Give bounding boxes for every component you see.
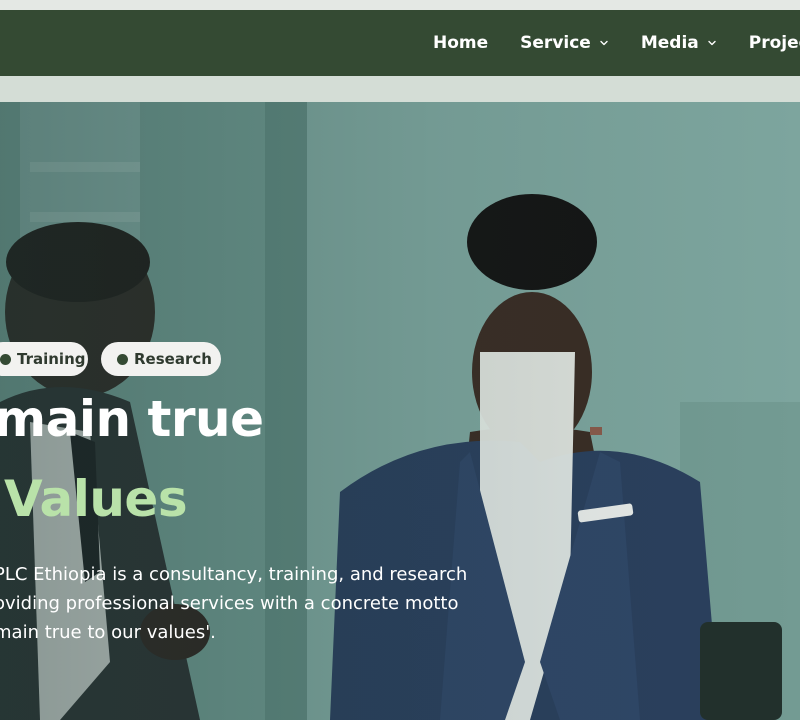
description-line: PLC Ethiopia is a consultancy, training,… [0, 564, 468, 585]
header-band [0, 76, 800, 102]
hero-headline-accent: Values [4, 470, 188, 528]
hero-headline: main true [0, 390, 264, 448]
chevron-down-icon [707, 38, 717, 48]
nav-item-home[interactable]: Home [433, 10, 488, 76]
nav-item-label: Media [640, 33, 699, 53]
tag-label: Research [134, 350, 212, 368]
navbar: Home Service Media Project [0, 10, 800, 76]
tag-research: Research [101, 342, 221, 376]
hero-section: Training Research main true Values PLC E… [0, 102, 800, 720]
tag-training: Training [0, 342, 88, 376]
tag-label: Training [17, 350, 86, 368]
nav-item-project[interactable]: Project [749, 10, 800, 76]
description-line: main true to our values'. [0, 622, 216, 643]
chevron-down-icon [599, 38, 609, 48]
nav-item-media[interactable]: Media [641, 10, 717, 76]
bullet-dot-icon [117, 353, 128, 365]
bullet-dot-icon [0, 353, 11, 365]
hero-description: PLC Ethiopia is a consultancy, training,… [0, 560, 494, 647]
nav-item-label: Project [748, 33, 800, 53]
nav-menu: Home Service Media Project [433, 10, 800, 76]
nav-item-label: Service [520, 33, 591, 53]
top-strip [0, 0, 800, 10]
nav-item-label: Home [433, 33, 489, 53]
description-line: oviding professional services with a con… [0, 593, 459, 614]
nav-item-service[interactable]: Service [520, 10, 609, 76]
